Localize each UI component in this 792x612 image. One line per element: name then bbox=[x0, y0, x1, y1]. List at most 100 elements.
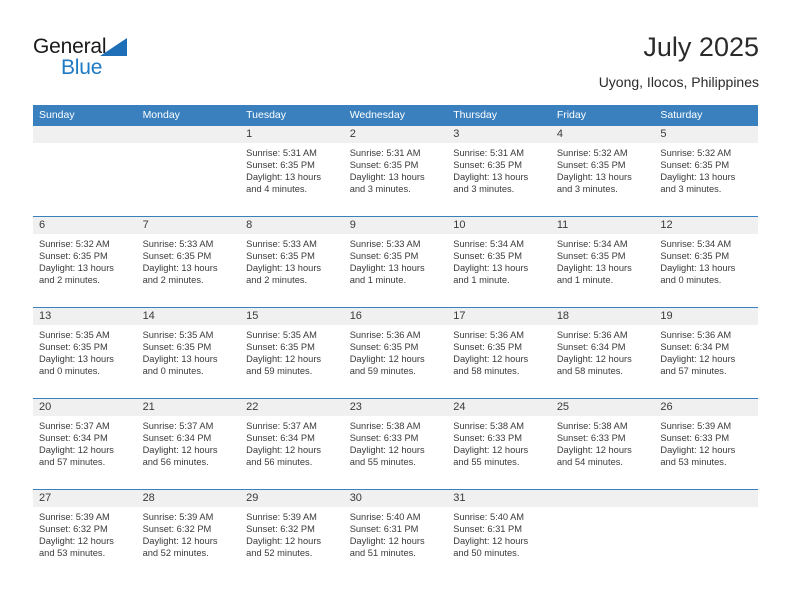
day-cell[interactable]: 24 Sunrise: 5:38 AM Sunset: 6:33 PM Dayligh… bbox=[447, 399, 551, 489]
day-cell[interactable]: 29 Sunrise: 5:39 AM Sunset: 6:32 PM Dayligh… bbox=[240, 490, 344, 580]
day-cell[interactable]: 9 Sunrise: 5:33 AM Sunset: 6:35 PM Daylight… bbox=[343, 217, 448, 307]
daylight-text-line1: Daylight: 13 hours bbox=[246, 172, 322, 183]
day-cell[interactable]: 2 Sunrise: 5:31 AM Sunset: 6:35 PM Daylight… bbox=[343, 126, 448, 216]
day-number: 23 bbox=[343, 399, 448, 416]
daylight-text-line2: and 3 minutes. bbox=[556, 184, 618, 195]
day-cell[interactable]: 5 Sunrise: 5:32 AM Sunset: 6:35 PM Daylight… bbox=[654, 126, 758, 216]
title-block: July 2025 Uyong, Ilocos, Philippines bbox=[599, 30, 759, 92]
sunset-text: Sunset: 6:34 PM bbox=[246, 433, 315, 444]
day-cell[interactable]: 21 Sunrise: 5:37 AM Sunset: 6:34 PM Dayligh… bbox=[136, 399, 241, 489]
day-cell[interactable]: 31 Sunrise: 5:40 AM Sunset: 6:31 PM Dayligh… bbox=[447, 490, 551, 580]
day-number: 20 bbox=[33, 399, 137, 416]
day-number: 28 bbox=[136, 490, 241, 507]
daylight-text-line1: Daylight: 12 hours bbox=[142, 536, 218, 547]
day-number bbox=[136, 126, 241, 143]
sunrise-text: Sunrise: 5:32 AM bbox=[556, 148, 628, 158]
sunset-text: Sunset: 6:35 PM bbox=[39, 342, 108, 353]
daylight-text-line1: Daylight: 12 hours bbox=[246, 445, 322, 456]
day-cell[interactable]: 3 Sunrise: 5:31 AM Sunset: 6:35 PM Daylight… bbox=[447, 126, 551, 216]
sunrise-text: Sunrise: 5:33 AM bbox=[246, 239, 317, 249]
sunrise-text: Sunrise: 5:31 AM bbox=[349, 148, 421, 158]
sunset-text: Sunset: 6:32 PM bbox=[142, 524, 212, 535]
day-cell[interactable]: 25 Sunrise: 5:38 AM Sunset: 6:33 PM Dayligh… bbox=[550, 399, 655, 489]
sunrise-text: Sunrise: 5:35 AM bbox=[246, 330, 317, 340]
day-number: 2 bbox=[343, 126, 448, 143]
day-number: 22 bbox=[240, 399, 344, 416]
day-number: 16 bbox=[343, 308, 448, 325]
day-number: 21 bbox=[136, 399, 241, 416]
day-number: 27 bbox=[33, 490, 137, 507]
day-cell[interactable]: 16 Sunrise: 5:36 AM Sunset: 6:35 PM Dayligh… bbox=[343, 308, 448, 398]
sunset-text: Sunset: 6:35 PM bbox=[453, 251, 522, 262]
day-number: 11 bbox=[550, 217, 655, 234]
daylight-text-line1: Daylight: 12 hours bbox=[246, 536, 322, 547]
week-row: 20 Sunrise: 5:37 AM Sunset: 6:34 PM Dayligh… bbox=[33, 398, 758, 489]
sunset-text: Sunset: 6:34 PM bbox=[39, 433, 108, 444]
sunrise-text: Sunrise: 5:37 AM bbox=[246, 421, 317, 431]
day-cell[interactable]: 19 Sunrise: 5:36 AM Sunset: 6:34 PM Dayligh… bbox=[654, 308, 758, 398]
day-cell[interactable]: 6 Sunrise: 5:32 AM Sunset: 6:35 PM Daylight… bbox=[33, 217, 137, 307]
sunset-text: Sunset: 6:31 PM bbox=[453, 524, 522, 535]
daylight-text-line1: Daylight: 13 hours bbox=[39, 263, 114, 274]
day-cell[interactable]: 30 Sunrise: 5:40 AM Sunset: 6:31 PM Dayligh… bbox=[343, 490, 448, 580]
day-cell[interactable]: 1 Sunrise: 5:31 AM Sunset: 6:35 PM Daylight… bbox=[240, 126, 344, 216]
day-cell[interactable]: 10 Sunrise: 5:34 AM Sunset: 6:35 PM Dayligh… bbox=[447, 217, 551, 307]
day-cell[interactable]: 15 Sunrise: 5:35 AM Sunset: 6:35 PM Dayligh… bbox=[240, 308, 344, 398]
day-details: Sunrise: 5:38 AM Sunset: 6:33 PM Daylight:… bbox=[447, 416, 551, 468]
sunset-text: Sunset: 6:33 PM bbox=[453, 433, 522, 444]
day-details: Sunrise: 5:37 AM Sunset: 6:34 PM Daylight:… bbox=[33, 416, 137, 468]
logo-text-blue: Blue bbox=[61, 56, 103, 79]
sunset-text: Sunset: 6:31 PM bbox=[349, 524, 419, 535]
day-cell[interactable]: 17 Sunrise: 5:36 AM Sunset: 6:35 PM Dayligh… bbox=[447, 308, 551, 398]
daylight-text-line2: and 0 minutes. bbox=[660, 275, 722, 286]
sunrise-text: Sunrise: 5:34 AM bbox=[660, 239, 732, 249]
sunrise-text: Sunrise: 5:36 AM bbox=[660, 330, 732, 340]
daylight-text-line1: Daylight: 13 hours bbox=[660, 172, 736, 183]
day-cell[interactable]: 8 Sunrise: 5:33 AM Sunset: 6:35 PM Daylight… bbox=[240, 217, 344, 307]
daylight-text-line1: Daylight: 12 hours bbox=[556, 445, 632, 456]
day-details: Sunrise: 5:37 AM Sunset: 6:34 PM Daylight:… bbox=[240, 416, 344, 468]
day-details: Sunrise: 5:39 AM Sunset: 6:32 PM Daylight:… bbox=[33, 507, 137, 559]
day-number: 31 bbox=[447, 490, 551, 507]
day-cell[interactable]: 12 Sunrise: 5:34 AM Sunset: 6:35 PM Dayligh… bbox=[654, 217, 758, 307]
day-cell[interactable]: 18 Sunrise: 5:36 AM Sunset: 6:34 PM Dayligh… bbox=[550, 308, 655, 398]
daylight-text-line2: and 58 minutes. bbox=[453, 366, 520, 377]
daylight-text-line1: Daylight: 13 hours bbox=[142, 354, 218, 365]
weekday-header-saturday: Saturday bbox=[660, 109, 703, 121]
day-cell-empty bbox=[550, 490, 655, 580]
day-cell[interactable]: 14 Sunrise: 5:35 AM Sunset: 6:35 PM Dayligh… bbox=[136, 308, 241, 398]
location-subtitle: Uyong, Ilocos, Philippines bbox=[598, 74, 759, 90]
sunset-text: Sunset: 6:35 PM bbox=[453, 160, 522, 171]
day-cell[interactable]: 13 Sunrise: 5:35 AM Sunset: 6:35 PM Dayligh… bbox=[33, 308, 137, 398]
day-number bbox=[550, 490, 655, 507]
daylight-text-line2: and 1 minute. bbox=[349, 275, 407, 286]
day-cell[interactable]: 28 Sunrise: 5:39 AM Sunset: 6:32 PM Dayligh… bbox=[136, 490, 241, 580]
day-details: Sunrise: 5:36 AM Sunset: 6:34 PM Daylight:… bbox=[551, 325, 655, 377]
day-number: 19 bbox=[654, 308, 758, 325]
day-cell[interactable]: 26 Sunrise: 5:39 AM Sunset: 6:33 PM Dayligh… bbox=[654, 399, 758, 489]
day-cell[interactable]: 23 Sunrise: 5:38 AM Sunset: 6:33 PM Dayligh… bbox=[343, 399, 448, 489]
day-cell[interactable]: 22 Sunrise: 5:37 AM Sunset: 6:34 PM Dayligh… bbox=[240, 399, 344, 489]
calendar-grid: Sunday Monday Tuesday Wednesday Thursday Frid… bbox=[33, 105, 758, 580]
sunrise-text: Sunrise: 5:31 AM bbox=[453, 148, 525, 158]
day-details: Sunrise: 5:37 AM Sunset: 6:34 PM Daylight:… bbox=[137, 416, 241, 468]
day-cell[interactable]: 11 Sunrise: 5:34 AM Sunset: 6:35 PM Dayligh… bbox=[550, 217, 655, 307]
daylight-text-line2: and 1 minute. bbox=[556, 275, 614, 286]
sunrise-text: Sunrise: 5:34 AM bbox=[453, 239, 525, 249]
daylight-text-line2: and 50 minutes. bbox=[453, 548, 520, 559]
day-cell-empty bbox=[136, 126, 241, 216]
daylight-text-line2: and 3 minutes. bbox=[349, 184, 411, 195]
day-number: 15 bbox=[240, 308, 344, 325]
day-details: Sunrise: 5:31 AM Sunset: 6:35 PM Daylight:… bbox=[344, 143, 448, 195]
day-cell[interactable]: 4 Sunrise: 5:32 AM Sunset: 6:35 PM Daylight… bbox=[550, 126, 655, 216]
day-details: Sunrise: 5:40 AM Sunset: 6:31 PM Daylight:… bbox=[447, 507, 551, 559]
daylight-text-line2: and 3 minutes. bbox=[660, 184, 722, 195]
sunset-text: Sunset: 6:35 PM bbox=[556, 160, 626, 171]
day-cell[interactable]: 20 Sunrise: 5:37 AM Sunset: 6:34 PM Dayligh… bbox=[33, 399, 137, 489]
day-cell[interactable]: 7 Sunrise: 5:33 AM Sunset: 6:35 PM Daylight… bbox=[136, 217, 241, 307]
day-number: 26 bbox=[654, 399, 758, 416]
daylight-text-line2: and 2 minutes. bbox=[39, 275, 100, 286]
sunrise-text: Sunrise: 5:40 AM bbox=[349, 512, 421, 522]
day-cell[interactable]: 27 Sunrise: 5:39 AM Sunset: 6:32 PM Dayligh… bbox=[33, 490, 137, 580]
day-details: Sunrise: 5:38 AM Sunset: 6:33 PM Daylight:… bbox=[551, 416, 655, 468]
